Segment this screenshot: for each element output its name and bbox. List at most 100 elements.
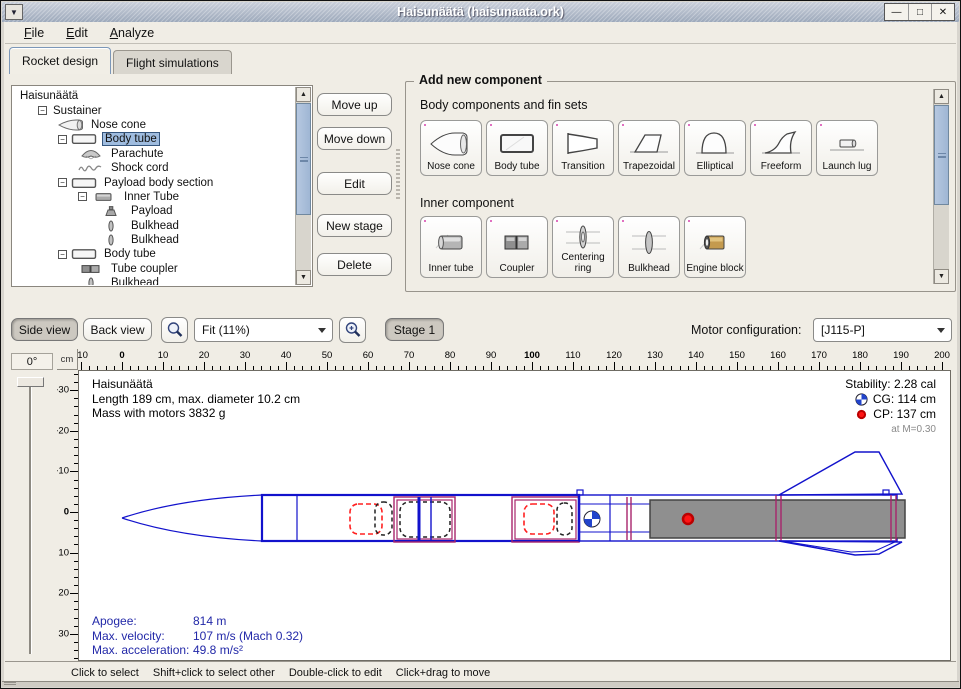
window-title: Haisunäätä (haisunaata.ork) bbox=[2, 5, 959, 19]
menu-analyze[interactable]: Analyze bbox=[101, 24, 163, 42]
resize-grip[interactable] bbox=[4, 682, 16, 686]
scroll-up-icon[interactable]: ▲ bbox=[296, 87, 311, 102]
parachute-icon bbox=[78, 148, 104, 160]
collapse-icon[interactable]: − bbox=[58, 135, 67, 144]
max-velocity-label: Max. velocity: bbox=[92, 629, 193, 644]
tree-item-label: Bulkhead bbox=[129, 220, 181, 232]
add-trapezoidal-button[interactable]: Trapezoidal bbox=[618, 120, 680, 176]
collapse-icon[interactable]: − bbox=[38, 106, 47, 115]
stage-1-toggle[interactable]: Stage 1 bbox=[385, 318, 444, 341]
add-inner-tube-button[interactable]: Inner tube bbox=[420, 216, 482, 278]
add-transition-button[interactable]: Transition bbox=[552, 120, 614, 176]
minimize-button[interactable]: — bbox=[885, 4, 908, 20]
side-view-button[interactable]: Side view bbox=[11, 318, 78, 341]
tree-item-payload[interactable]: Payload bbox=[13, 204, 295, 218]
ruler-label: 150 bbox=[729, 350, 745, 361]
zoom-out-button[interactable] bbox=[161, 317, 188, 343]
menu-edit[interactable]: Edit bbox=[57, 24, 97, 42]
stability-info: Stability: 2.28 cal CG: 114 cm CP: 137 c… bbox=[845, 377, 936, 437]
tree-item-nose-cone[interactable]: Nose cone bbox=[13, 118, 295, 132]
ruler-label: 0 bbox=[64, 507, 69, 518]
tree-item-haisun-t[interactable]: Haisunäätä bbox=[13, 89, 295, 103]
collapse-icon[interactable]: − bbox=[58, 178, 67, 187]
system-menu-button[interactable]: ▼ bbox=[5, 4, 23, 20]
collapse-icon[interactable]: − bbox=[78, 192, 87, 201]
menu-file[interactable]: File bbox=[15, 24, 53, 42]
menubar: FileEditAnalyze bbox=[5, 22, 956, 44]
ruler-tick bbox=[778, 362, 779, 370]
new-stage-button[interactable]: New stage bbox=[317, 214, 392, 237]
tree-scrollbar[interactable]: ▲ ▼ bbox=[295, 87, 311, 285]
add-centering-ring-button[interactable]: Centering ring bbox=[552, 216, 614, 278]
cg-icon bbox=[855, 393, 868, 406]
scroll-down-icon[interactable]: ▼ bbox=[296, 270, 311, 285]
max-acceleration-label: Max. acceleration: bbox=[92, 643, 193, 658]
rotation-slider-handle[interactable] bbox=[17, 377, 44, 387]
maximize-button[interactable]: □ bbox=[908, 4, 931, 20]
component-button-label: Inner tube bbox=[428, 264, 473, 275]
delete-button[interactable]: Delete bbox=[317, 253, 392, 276]
tree-item-tube-coupler[interactable]: Tube coupler bbox=[13, 262, 295, 276]
component-scrollbar-thumb[interactable] bbox=[934, 105, 949, 205]
tree-item-label: Inner Tube bbox=[122, 191, 181, 203]
add-nose-cone-button[interactable]: Nose cone bbox=[420, 120, 482, 176]
engine-block-icon bbox=[692, 220, 738, 264]
parachute-outline bbox=[350, 504, 382, 534]
add-body-tube-button[interactable]: Body tube bbox=[486, 120, 548, 176]
payload-outline bbox=[400, 502, 450, 537]
ruler-tick bbox=[70, 431, 78, 432]
ruler-label: 60 bbox=[363, 350, 374, 361]
add-freeform-button[interactable]: Freeform bbox=[750, 120, 812, 176]
zoom-level-combo[interactable]: Fit (11%) bbox=[194, 318, 333, 342]
tree-item-body-tube[interactable]: −Body tube bbox=[13, 247, 295, 261]
component-button-label: Launch lug bbox=[823, 162, 872, 173]
tree-item-label: Bulkhead bbox=[129, 234, 181, 246]
ruler-tick bbox=[70, 390, 78, 391]
ruler-label: 120 bbox=[606, 350, 622, 361]
ruler-horizontal: -100102030405060708090100110120130140150… bbox=[78, 349, 951, 370]
component-button-label: Elliptical bbox=[697, 162, 734, 173]
add-engine-block-button[interactable]: Engine block bbox=[684, 216, 746, 278]
component-panel-scrollbar[interactable]: ▲ ▼ bbox=[933, 89, 949, 284]
add-coupler-button[interactable]: Coupler bbox=[486, 216, 548, 278]
scroll-up-icon[interactable]: ▲ bbox=[934, 89, 949, 104]
ruler-label: 100 bbox=[524, 350, 540, 361]
add-bulkhead-button[interactable]: Bulkhead bbox=[618, 216, 680, 278]
ruler-tick bbox=[409, 362, 410, 370]
bulkhead-icon bbox=[98, 220, 124, 232]
ruler-tick bbox=[450, 362, 451, 370]
motor-configuration-combo[interactable]: [J115-P] bbox=[813, 318, 952, 342]
tree-item-label: Shock cord bbox=[109, 162, 171, 174]
move-down-button[interactable]: Move down bbox=[317, 127, 392, 150]
back-view-button[interactable]: Back view bbox=[83, 318, 152, 341]
zoom-in-button[interactable] bbox=[339, 317, 366, 343]
tree-item-bulkhead[interactable]: Bulkhead bbox=[13, 276, 295, 285]
max-acceleration-value: 49.8 m/s² bbox=[193, 643, 243, 657]
vertical-splitter[interactable] bbox=[396, 149, 400, 201]
magnifier-icon bbox=[166, 321, 184, 339]
component-button-label: Transition bbox=[561, 162, 605, 173]
tree-item-payload-body-section[interactable]: −Payload body section bbox=[13, 175, 295, 189]
tab-rocket-design[interactable]: Rocket design bbox=[9, 47, 111, 74]
tree-item-body-tube[interactable]: −Body tube bbox=[13, 132, 295, 146]
tree-scrollbar-thumb[interactable] bbox=[296, 103, 311, 215]
tree-item-sustainer[interactable]: −Sustainer bbox=[13, 103, 295, 117]
trapezoidal-icon bbox=[626, 124, 672, 162]
collapse-icon[interactable]: − bbox=[58, 250, 67, 259]
tree-item-shock-cord[interactable]: Shock cord bbox=[13, 161, 295, 175]
tree-item-inner-tube[interactable]: − Inner Tube bbox=[13, 190, 295, 204]
add-launch-lug-button[interactable]: Launch lug bbox=[816, 120, 878, 176]
tree-item-bulkhead[interactable]: Bulkhead bbox=[13, 233, 295, 247]
close-button[interactable]: ✕ bbox=[931, 4, 954, 20]
move-up-button[interactable]: Move up bbox=[317, 93, 392, 116]
tree-item-bulkhead[interactable]: Bulkhead bbox=[13, 219, 295, 233]
rocket-canvas[interactable]: Haisunäätä Length 189 cm, max. diameter … bbox=[78, 370, 951, 661]
tree-item-parachute[interactable]: Parachute bbox=[13, 147, 295, 161]
add-elliptical-button[interactable]: Elliptical bbox=[684, 120, 746, 176]
bodytube-icon bbox=[71, 133, 97, 145]
scroll-down-icon[interactable]: ▼ bbox=[934, 269, 949, 284]
rotation-slider-track[interactable] bbox=[29, 378, 32, 654]
tab-flight-simulations[interactable]: Flight simulations bbox=[113, 50, 232, 74]
edit-button[interactable]: Edit bbox=[317, 172, 392, 195]
nosecone-icon bbox=[58, 119, 84, 131]
